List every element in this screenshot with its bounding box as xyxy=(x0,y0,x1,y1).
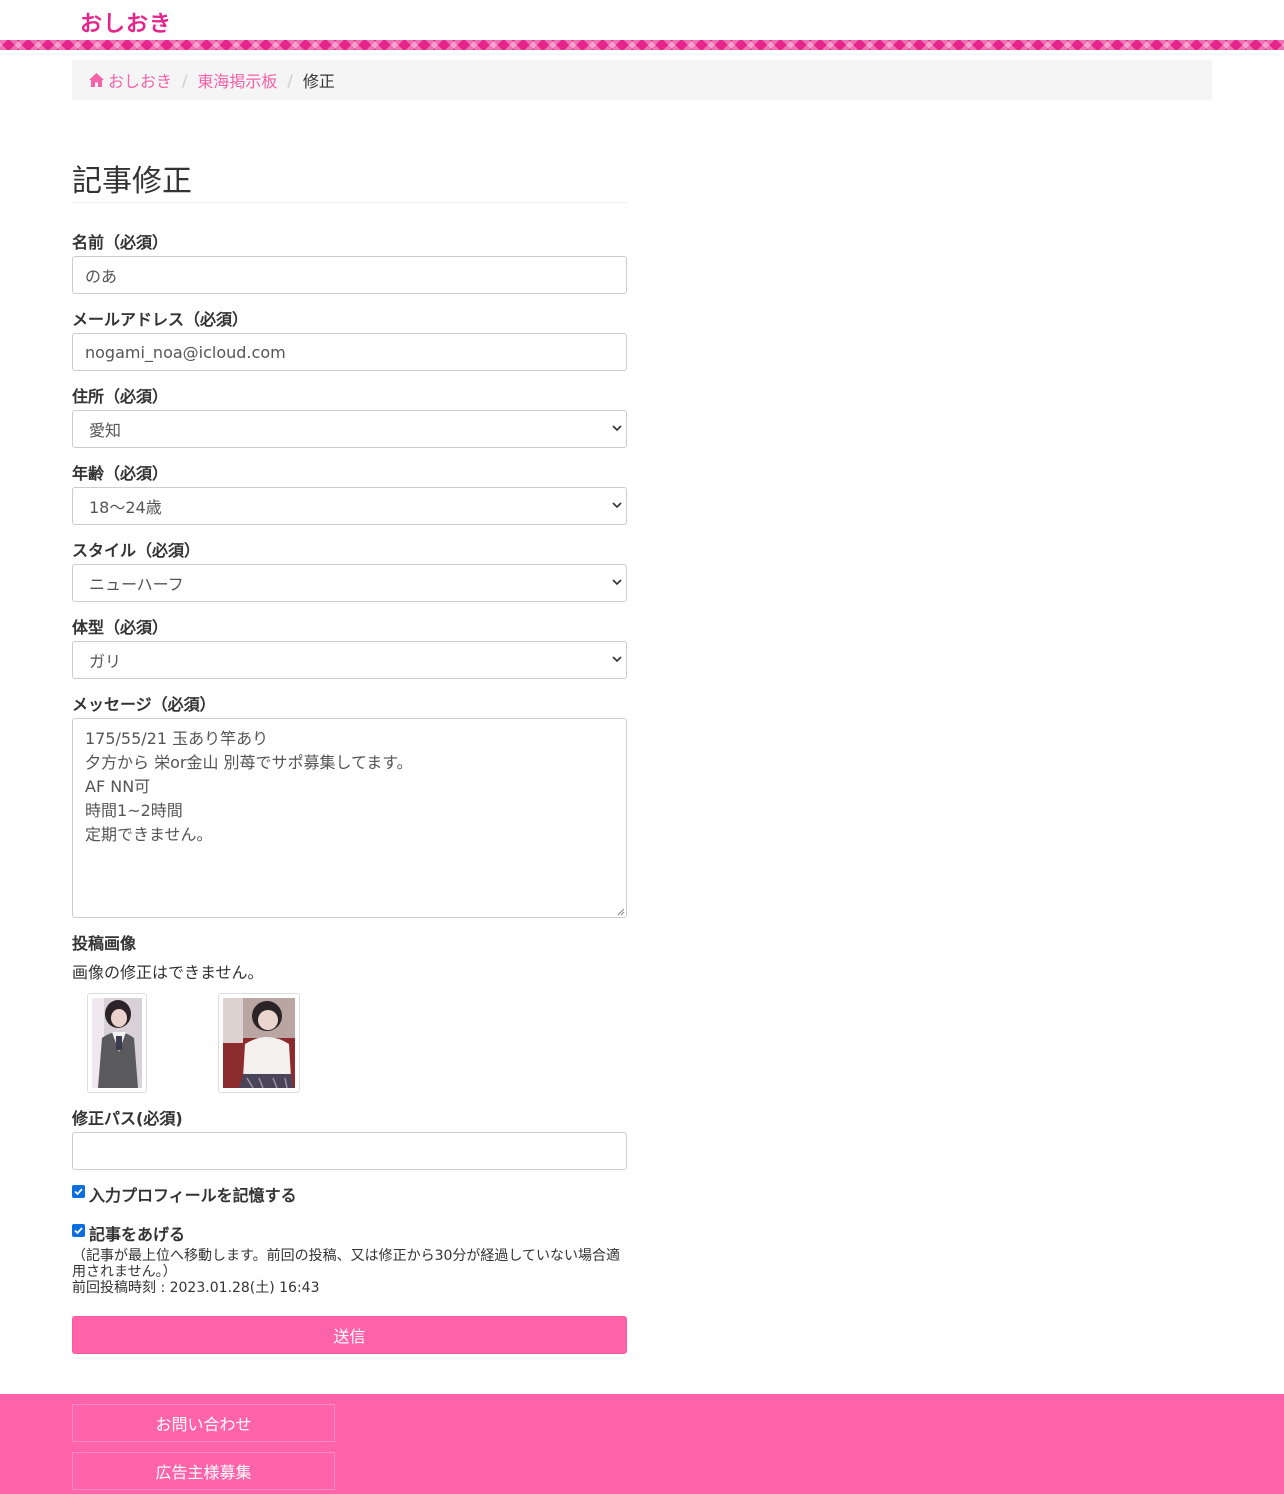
address-select[interactable]: 愛知 xyxy=(72,410,627,448)
bump-label[interactable]: 記事をあげる xyxy=(89,1221,185,1245)
top-bar: おしおき xyxy=(0,0,1284,40)
post-image xyxy=(92,998,142,1088)
advertisers-button[interactable]: 広告主様募集 xyxy=(72,1452,335,1490)
remember-label[interactable]: 入力プロフィールを記憶する xyxy=(89,1182,297,1206)
body-type-select-value: ガリ xyxy=(89,652,122,671)
post-image-thumbnail xyxy=(87,993,147,1093)
age-select-value: 18〜24歳 xyxy=(89,498,162,517)
message-label: メッセージ（必須） xyxy=(72,695,216,714)
footer: お問い合わせ 広告主様募集 xyxy=(0,1394,1284,1494)
address-select-value: 愛知 xyxy=(89,421,122,440)
breadcrumb-home[interactable]: おしおき xyxy=(88,68,172,92)
breadcrumb-board[interactable]: 東海掲示板 xyxy=(197,68,277,92)
style-select-value: ニューハーフ xyxy=(89,575,184,594)
breadcrumb-home-label: おしおき xyxy=(108,72,173,91)
body-type-label: 体型（必須） xyxy=(72,618,169,637)
email-label: メールアドレス（必須） xyxy=(72,310,249,329)
post-image xyxy=(223,998,295,1089)
address-label: 住所（必須） xyxy=(72,387,169,406)
images-note: 画像の修正はできません。 xyxy=(72,963,264,982)
message-textarea[interactable]: 175/55/21 玉あり竿あり 夕方から 栄or金山 別苺でサポ募集してます。… xyxy=(72,718,627,918)
post-image-thumbnail xyxy=(218,993,300,1093)
chevron-down-icon xyxy=(612,656,622,663)
style-label: スタイル（必須） xyxy=(72,541,201,560)
body-type-select[interactable]: ガリ xyxy=(72,641,627,679)
chevron-down-icon xyxy=(612,502,622,509)
images-label: 投稿画像 xyxy=(72,934,137,953)
resize-grip-icon[interactable] xyxy=(617,908,625,916)
style-select[interactable]: ニューハーフ xyxy=(72,564,627,602)
password-input[interactable] xyxy=(72,1132,627,1170)
check-icon xyxy=(74,1227,83,1235)
bump-checkbox[interactable] xyxy=(72,1224,85,1237)
breadcrumb-separator: / xyxy=(182,70,188,90)
bump-note: （記事が最上位へ移動します。前回の投稿、又は修正から30分が経過していない場合適… xyxy=(72,1248,620,1280)
remember-checkbox[interactable] xyxy=(72,1185,85,1198)
breadcrumb-separator: / xyxy=(287,70,293,90)
home-icon xyxy=(89,73,104,87)
breadcrumb: おしおき / 東海掲示板 / 修正 xyxy=(72,60,1212,100)
last-post-time: 前回投稿時刻 : 2023.01.28(土) 16:43 xyxy=(72,1280,320,1296)
chevron-down-icon xyxy=(612,425,622,432)
contact-button[interactable]: お問い合わせ xyxy=(72,1404,335,1442)
check-icon xyxy=(74,1188,83,1196)
title-divider xyxy=(72,202,627,203)
breadcrumb-current: 修正 xyxy=(302,72,335,91)
name-input[interactable] xyxy=(72,256,627,294)
submit-button[interactable]: 送信 xyxy=(72,1316,627,1354)
page-title: 記事修正 xyxy=(72,164,192,199)
age-select[interactable]: 18〜24歳 xyxy=(72,487,627,525)
email-input[interactable] xyxy=(72,333,627,371)
age-label: 年齢（必須） xyxy=(72,464,169,483)
chevron-down-icon xyxy=(612,579,622,586)
password-label: 修正パス(必須) xyxy=(72,1109,183,1128)
name-label: 名前（必須） xyxy=(72,233,169,252)
site-logo[interactable]: おしおき xyxy=(80,6,172,38)
header-stripe xyxy=(0,40,1284,50)
